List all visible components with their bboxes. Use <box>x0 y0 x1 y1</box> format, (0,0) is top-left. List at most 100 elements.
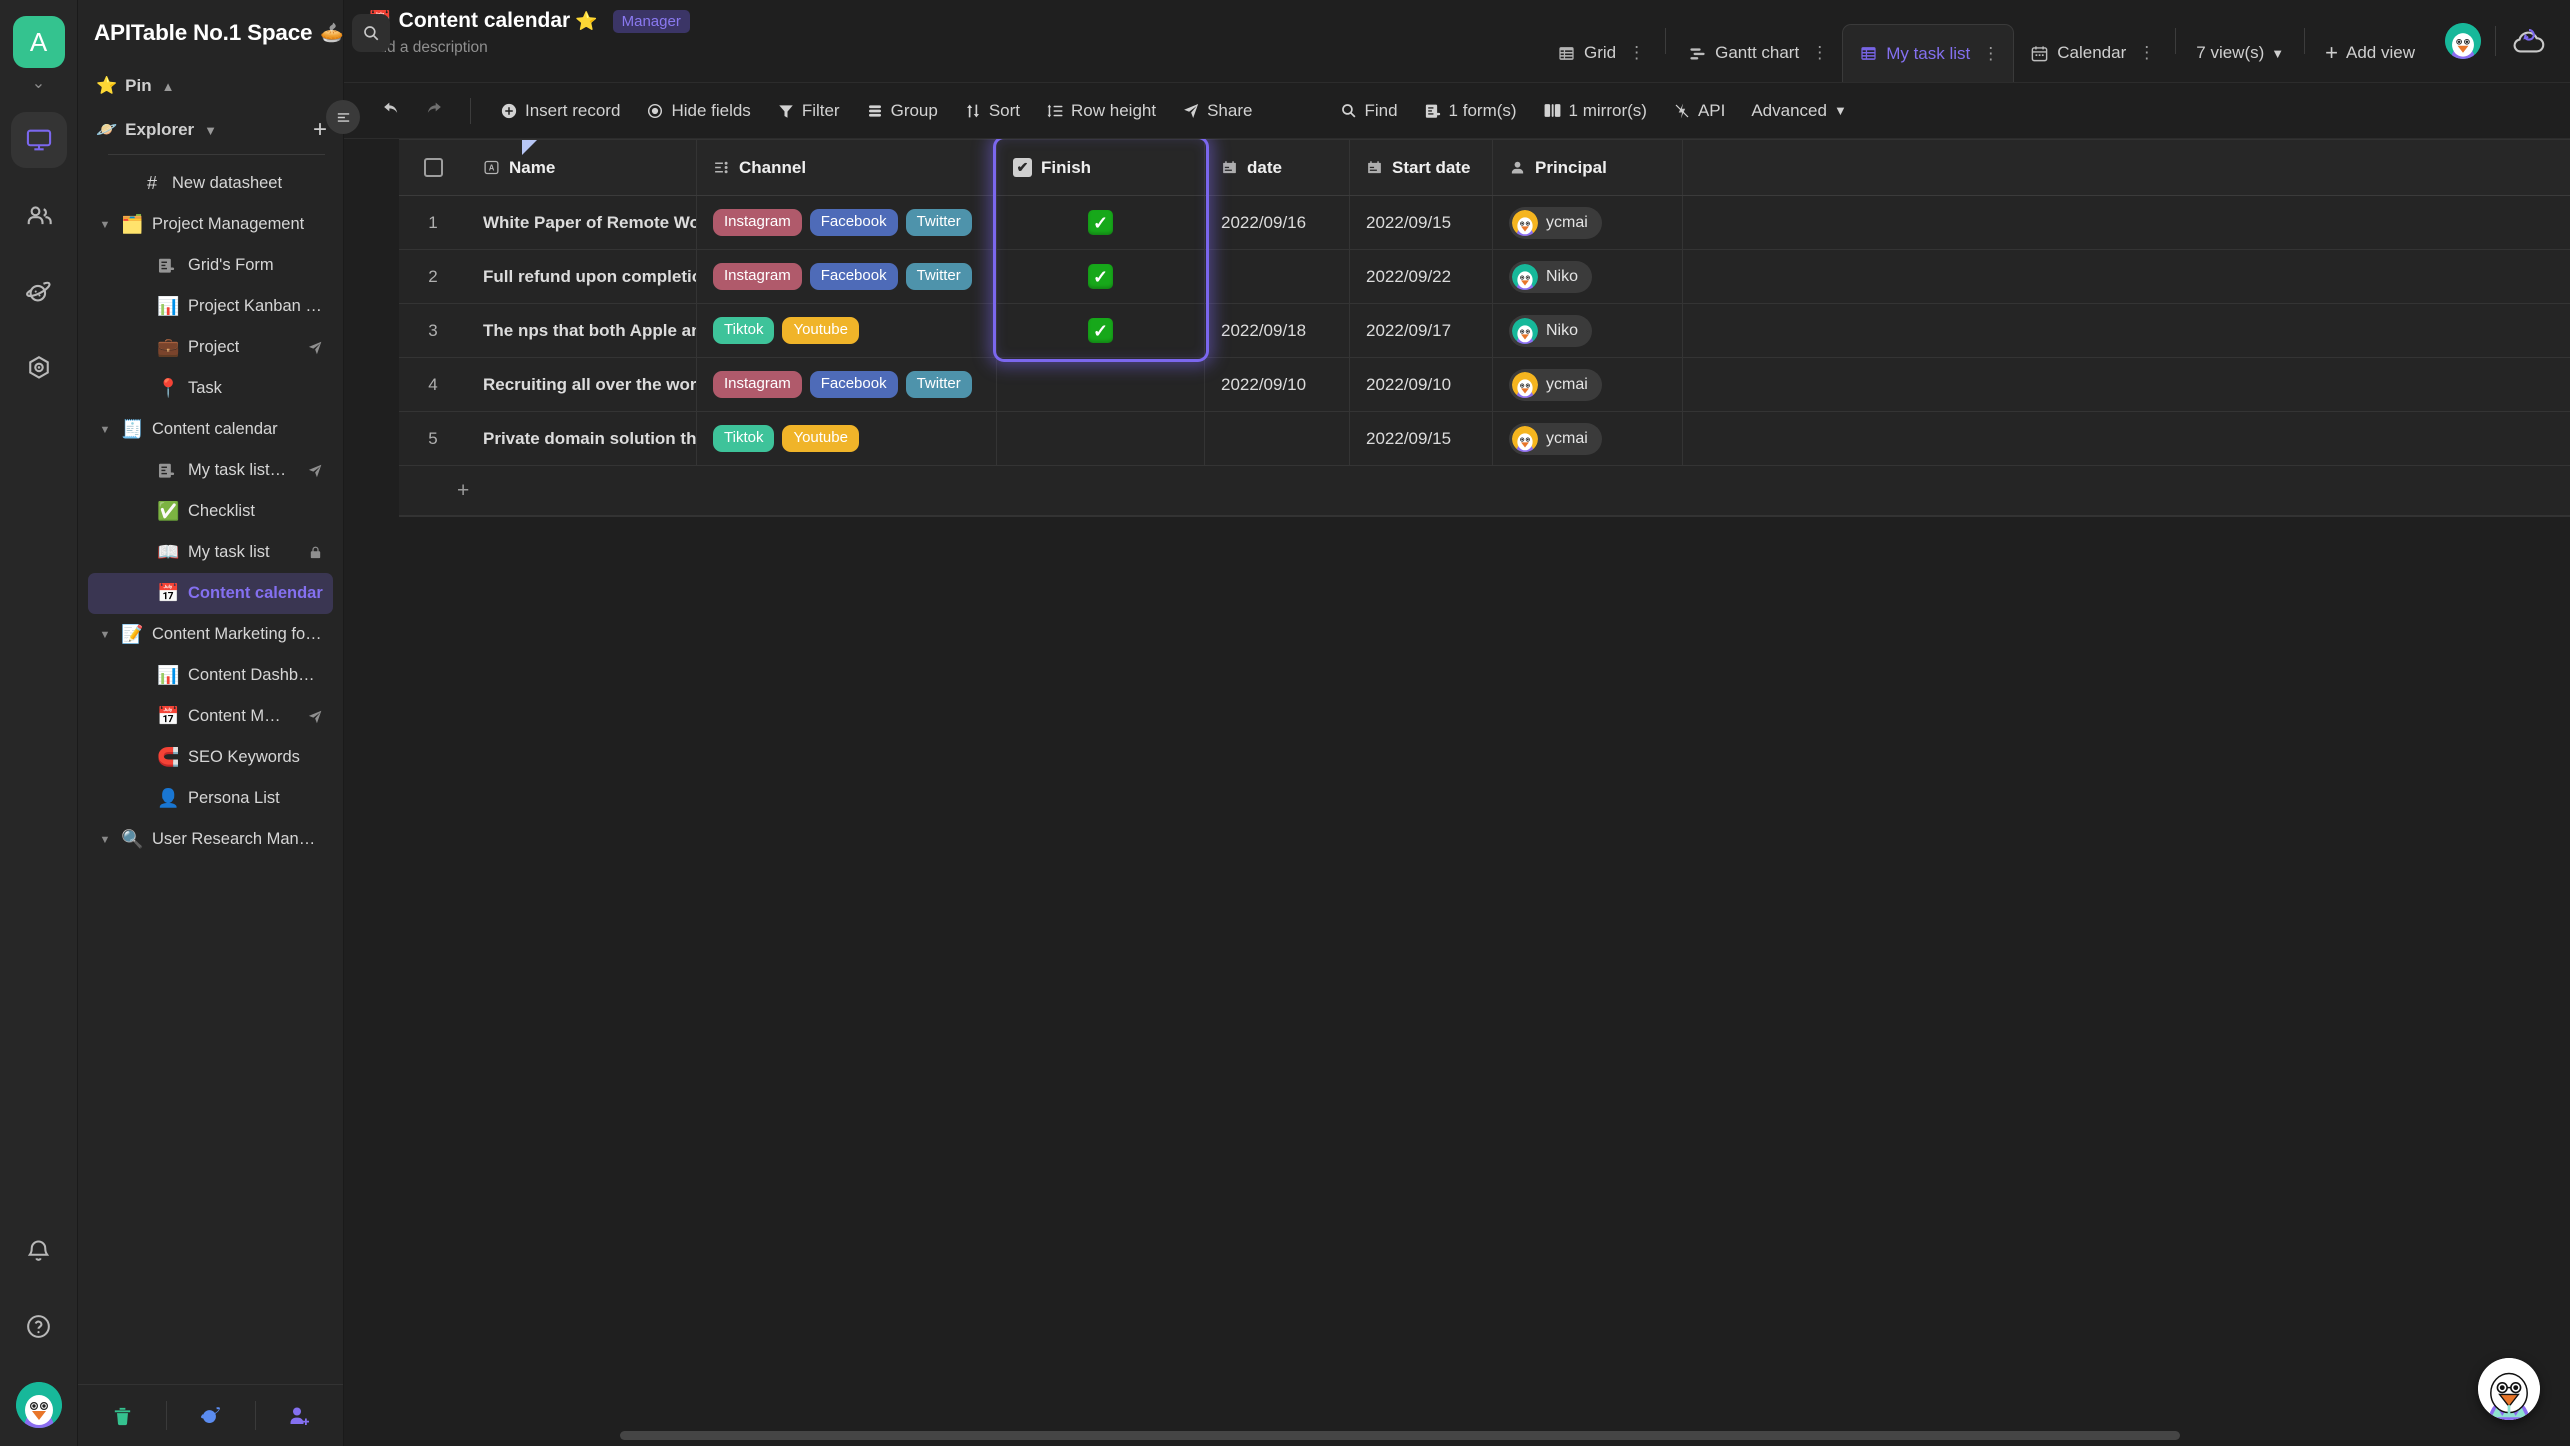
redo-button[interactable] <box>412 92 454 130</box>
cell-start-date[interactable]: 2022/09/22 <box>1350 250 1493 303</box>
cell-finish[interactable]: ✓ <box>997 250 1205 303</box>
cell-date[interactable]: 2022/09/18 <box>1205 304 1350 357</box>
description-placeholder[interactable]: Add a description <box>368 39 690 57</box>
sidebar-item-persona-list[interactable]: ▼👤Persona List <box>88 778 333 819</box>
template-center-button[interactable] <box>166 1385 254 1446</box>
sidebar-item-content-calendar[interactable]: ▼📅Content calendar <box>88 573 333 614</box>
rail-item-templates[interactable] <box>11 264 67 320</box>
add-record-row[interactable]: + <box>399 466 2570 516</box>
expand-triangle-icon[interactable]: ▼ <box>98 219 112 231</box>
explorer-section-header[interactable]: 🪐 Explorer ▼ + <box>78 104 343 150</box>
table-row[interactable]: 2Full refund upon completion ...Instagra… <box>399 250 2570 304</box>
cell-start-date[interactable]: 2022/09/10 <box>1350 358 1493 411</box>
cell-name[interactable]: White Paper of Remote Work <box>467 196 697 249</box>
cell-finish[interactable] <box>997 412 1205 465</box>
sidebar-item-seo-keywords[interactable]: ▼🧲SEO Keywords <box>88 737 333 778</box>
add-view-button[interactable]: + Add view <box>2311 24 2429 82</box>
page-title[interactable]: Content calendar <box>399 9 571 33</box>
rail-item-workbench[interactable] <box>10 112 67 168</box>
view-tab-gantt-chart[interactable]: Gantt chart ⋮ <box>1672 24 1842 82</box>
pin-section-header[interactable]: ⭐ Pin ▲ <box>78 62 343 104</box>
cell-channel[interactable]: Instagram Facebook Twitter <box>697 250 997 303</box>
sidebar-collapse-button[interactable] <box>326 100 360 134</box>
cell-channel[interactable]: Instagram Facebook Twitter <box>697 358 997 411</box>
cell-name[interactable]: The nps that both Apple and ... <box>467 304 697 357</box>
cell-principal[interactable]: ycmai <box>1493 412 1683 465</box>
sidebar-item-project-kanban-board[interactable]: ▼📊Project Kanban board <box>88 286 333 327</box>
expand-triangle-icon[interactable]: ▼ <box>98 834 112 846</box>
cell-start-date[interactable]: 2022/09/15 <box>1350 196 1493 249</box>
add-node-button[interactable]: + <box>313 118 327 142</box>
row-number[interactable]: 1 <box>399 196 467 249</box>
cell-date[interactable]: 2022/09/10 <box>1205 358 1350 411</box>
cell-finish[interactable] <box>997 358 1205 411</box>
cell-name[interactable]: Recruiting all over the world <box>467 358 697 411</box>
cell-finish[interactable]: ✓ <box>997 304 1205 357</box>
column-header-principal[interactable]: Principal <box>1493 140 1683 195</box>
view-count-dropdown[interactable]: 7 view(s) ▼ <box>2182 24 2298 82</box>
toolbar-row-height-button[interactable]: Row height <box>1033 92 1169 130</box>
rail-item-members[interactable] <box>11 188 67 244</box>
cell-principal[interactable]: Niko <box>1493 250 1683 303</box>
sidebar-item-my-task-list[interactable]: ▼📖My task list <box>88 532 333 573</box>
view-tab-calendar[interactable]: Calendar ⋮ <box>2014 24 2169 82</box>
cell-principal[interactable]: ycmai <box>1493 358 1683 411</box>
view-more-icon[interactable]: ⋮ <box>1628 43 1645 63</box>
table-row[interactable]: 3 The nps that both Apple and ... Tiktok Yo… <box>399 304 2570 358</box>
toolbar-share-button[interactable]: Share <box>1169 92 1265 130</box>
select-all-checkbox[interactable] <box>399 140 467 195</box>
cell-principal[interactable]: ycmai <box>1493 196 1683 249</box>
column-header-date[interactable]: date <box>1205 140 1350 195</box>
user-avatar[interactable] <box>15 1382 62 1428</box>
row-number[interactable]: 5 <box>399 412 467 465</box>
undo-button[interactable] <box>370 92 412 130</box>
view-tab-grid[interactable]: Grid ⋮ <box>1541 24 1659 82</box>
checked-checkbox-icon[interactable]: ✓ <box>1088 318 1113 343</box>
view-more-icon[interactable]: ⋮ <box>1811 43 1828 63</box>
star-icon[interactable]: ⭐ <box>575 11 597 32</box>
sidebar-item-project-management[interactable]: ▼ 🗂️ Project Management <box>88 204 333 245</box>
column-header-start-date[interactable]: Start date <box>1350 140 1493 195</box>
row-number[interactable]: 2 <box>399 250 467 303</box>
sidebar-item-project[interactable]: ▼💼Project <box>88 327 333 368</box>
cell-channel[interactable]: Tiktok Youtube <box>697 304 997 357</box>
toolbar-api-button[interactable]: API <box>1660 92 1738 130</box>
rail-item-notifications[interactable] <box>11 1222 67 1278</box>
cell-channel[interactable]: Instagram Facebook Twitter <box>697 196 997 249</box>
trash-button[interactable] <box>78 1385 166 1446</box>
cell-name[interactable]: Full refund upon completion ... <box>467 250 697 303</box>
cell-date[interactable] <box>1205 412 1350 465</box>
view-more-icon[interactable]: ⋮ <box>1982 44 1999 64</box>
toolbar-1-mirror-s-button[interactable]: 1 mirror(s) <box>1530 92 1660 130</box>
sidebar-item-content-management[interactable]: ▼📅Content Management <box>88 696 333 737</box>
column-header-channel[interactable]: Channel <box>697 140 997 195</box>
cell-start-date[interactable]: 2022/09/17 <box>1350 304 1493 357</box>
toolbar-group-button[interactable]: Group <box>853 92 951 130</box>
toolbar-sort-button[interactable]: Sort <box>951 92 1033 130</box>
cell-finish[interactable]: ✓ <box>997 196 1205 249</box>
horizontal-scrollbar[interactable] <box>620 1431 2180 1440</box>
expand-triangle-icon[interactable]: ▼ <box>98 629 112 641</box>
sidebar-item-task[interactable]: ▼📍Task <box>88 368 333 409</box>
toolbar-1-form-s-button[interactable]: 1 form(s) <box>1411 92 1530 130</box>
expand-triangle-icon[interactable]: ▼ <box>98 424 112 436</box>
sidebar-item-grid-s-form[interactable]: ▼Grid's Form <box>88 245 333 286</box>
row-number[interactable]: 4 <box>399 358 467 411</box>
checked-checkbox-icon[interactable]: ✓ <box>1088 210 1113 235</box>
help-widget-button[interactable] <box>2478 1358 2540 1420</box>
cell-start-date[interactable]: 2022/09/15 <box>1350 412 1493 465</box>
rail-item-help[interactable] <box>11 1298 67 1354</box>
invite-member-button[interactable] <box>254 1385 343 1446</box>
space-name[interactable]: APITable No.1 Space <box>94 20 313 46</box>
column-header-finish[interactable]: ✔ Finish <box>997 140 1205 195</box>
table-row[interactable]: 4 Recruiting all over the world Instagram F… <box>399 358 2570 412</box>
workspace-avatar[interactable]: A <box>12 16 65 68</box>
workspace-switcher-chevron-icon[interactable]: ⌄ <box>32 76 45 92</box>
sidebar-item-content-marketing-for-seo[interactable]: ▼ 📝 Content Marketing for SEO <box>88 614 333 655</box>
sidebar-item-checklist[interactable]: ▼✅Checklist <box>88 491 333 532</box>
view-tab-my-task-list[interactable]: My task list ⋮ <box>1842 24 2015 82</box>
toolbar-find-button[interactable]: Find <box>1327 92 1410 130</box>
sidebar-item-user-research-management[interactable]: ▼ 🔍 User Research Management <box>88 819 333 860</box>
share-icon[interactable] <box>297 709 323 725</box>
cell-name[interactable]: Private domain solution that ... <box>467 412 697 465</box>
